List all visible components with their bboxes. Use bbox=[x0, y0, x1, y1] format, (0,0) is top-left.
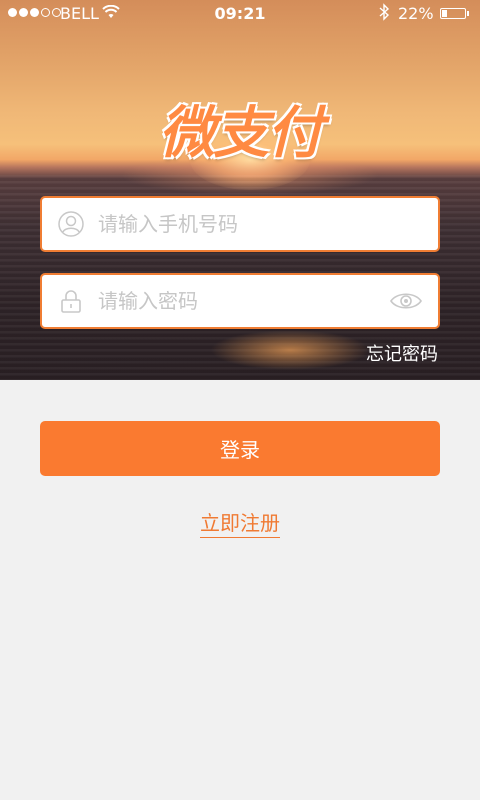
battery-percentage: 22% bbox=[398, 4, 434, 23]
sun-reflection bbox=[210, 330, 370, 370]
bluetooth-icon bbox=[378, 3, 390, 25]
register-link[interactable]: 立即注册 bbox=[200, 511, 280, 538]
password-field[interactable] bbox=[40, 273, 440, 329]
user-icon bbox=[58, 211, 84, 237]
eye-icon[interactable] bbox=[388, 289, 424, 313]
phone-field[interactable] bbox=[40, 196, 440, 252]
phone-input[interactable] bbox=[96, 211, 438, 237]
app-logo: 微支付 bbox=[159, 101, 323, 166]
login-button[interactable]: 登录 bbox=[40, 421, 440, 476]
forgot-password-link[interactable]: 忘记密码 bbox=[366, 340, 438, 366]
battery-icon bbox=[440, 8, 466, 19]
lock-icon bbox=[58, 288, 84, 314]
password-input[interactable] bbox=[96, 288, 388, 314]
battery-level bbox=[442, 10, 447, 17]
status-bar: BELL 09:21 22% bbox=[0, 0, 480, 28]
register-row: 立即注册 bbox=[0, 507, 480, 538]
